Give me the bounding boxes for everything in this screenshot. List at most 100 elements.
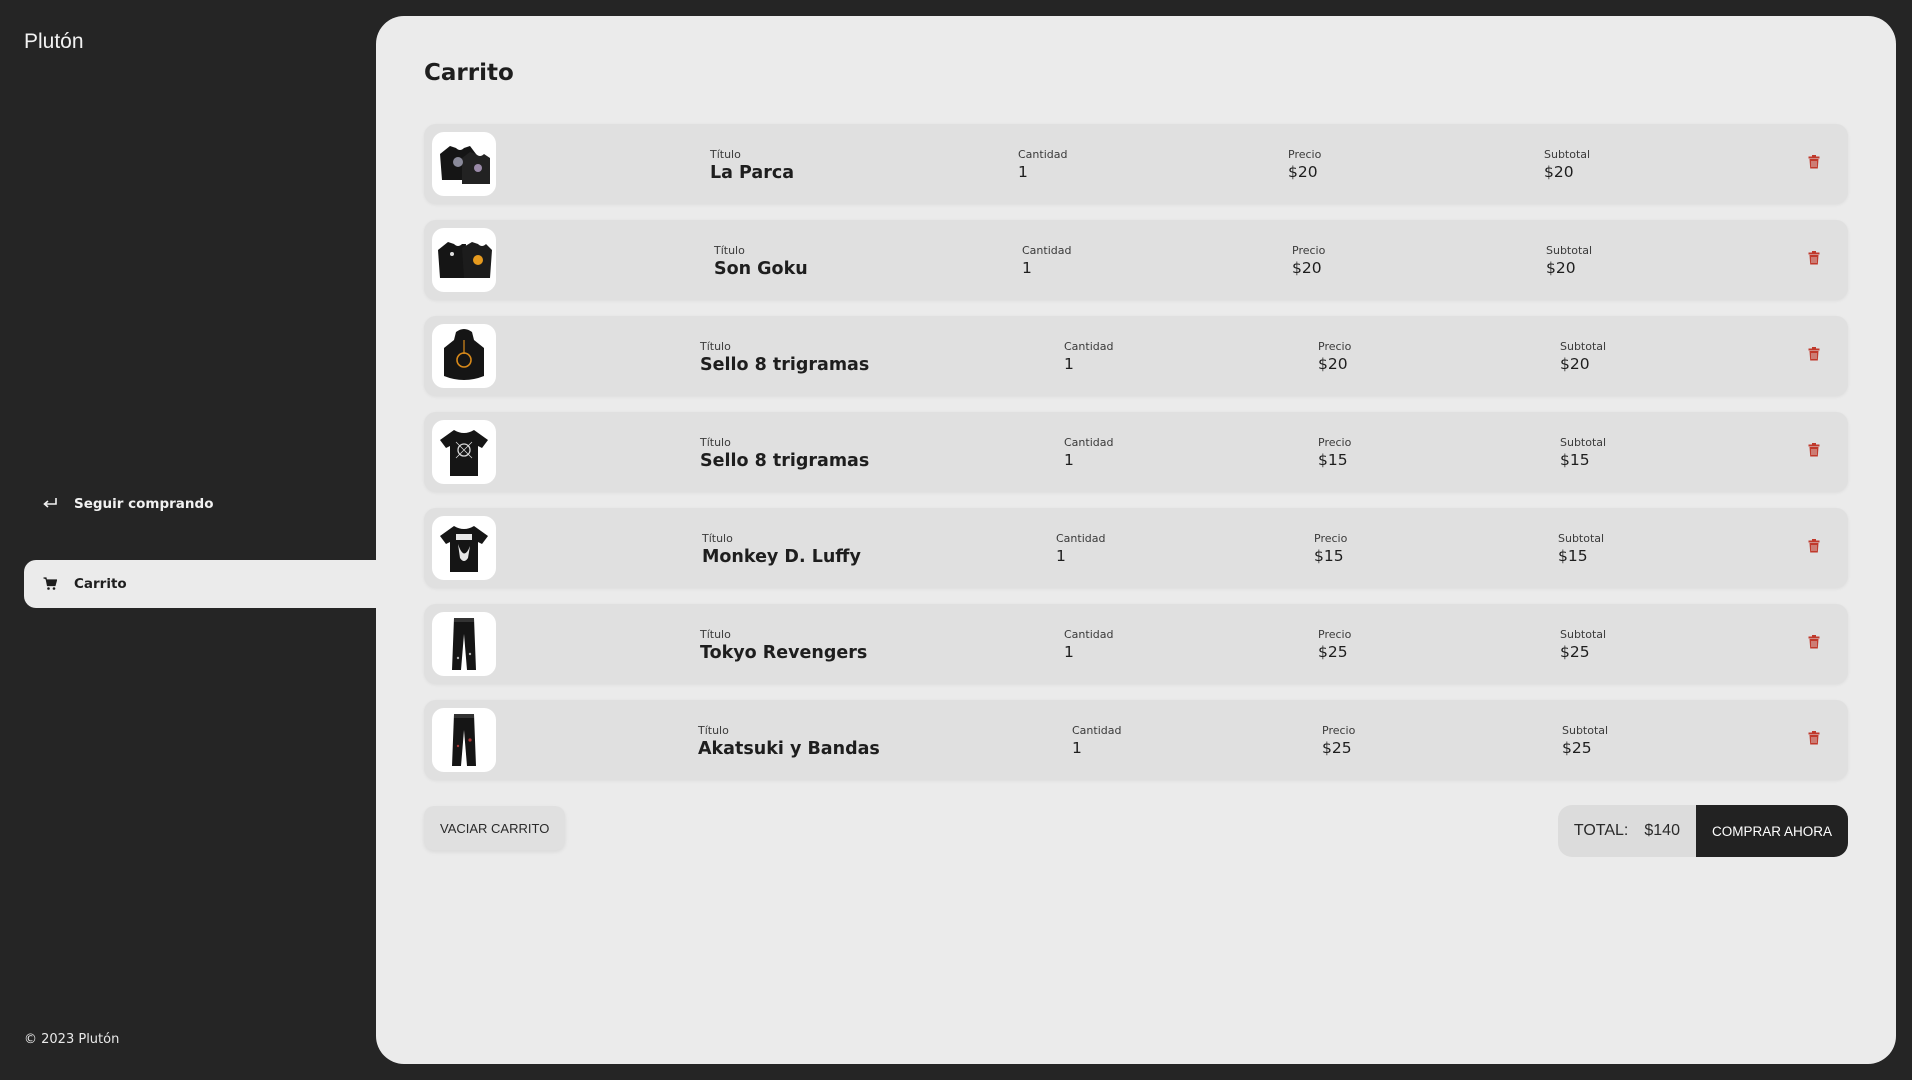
item-subtotal-field: Subtotal $15 (1558, 532, 1604, 565)
brand-logo[interactable]: Plutón (24, 30, 84, 54)
hoodie-set-icon (440, 146, 490, 184)
subtotal-label: Subtotal (1546, 244, 1593, 257)
page-title: Carrito (424, 60, 514, 86)
item-quantity-field: Cantidad 1 (1018, 148, 1067, 181)
item-title: Son Goku (714, 259, 808, 279)
item-quantity-field: Cantidad 1 (1022, 244, 1071, 277)
item-quantity-field: Cantidad 1 (1064, 628, 1113, 661)
item-subtotal: $20 (1560, 355, 1590, 373)
title-label: Título (700, 628, 731, 641)
sidebar-item-cart[interactable]: Carrito (24, 560, 376, 608)
subtotal-label: Subtotal (1560, 340, 1607, 353)
item-quantity: 1 (1022, 259, 1032, 277)
item-quantity-field: Cantidad 1 (1072, 724, 1121, 757)
trash-icon[interactable] (1808, 250, 1826, 270)
item-subtotal: $25 (1562, 739, 1592, 757)
item-subtotal: $20 (1544, 163, 1574, 181)
cart-item-row: Título Son Goku Cantidad 1 Precio $20 Su… (424, 220, 1848, 300)
product-image[interactable] (432, 324, 496, 388)
subtotal-label: Subtotal (1544, 148, 1591, 161)
item-price-field: Precio $15 (1318, 436, 1351, 469)
title-label: Título (700, 340, 731, 353)
item-subtotal: $25 (1560, 643, 1590, 661)
item-subtotal-field: Subtotal $20 (1544, 148, 1590, 181)
trash-icon[interactable] (1808, 154, 1826, 174)
quantity-label: Cantidad (1064, 436, 1114, 449)
price-label: Precio (1318, 628, 1352, 641)
product-image[interactable] (432, 132, 496, 196)
total-label: TOTAL: (1573, 822, 1629, 839)
cart-list: Título La Parca Cantidad 1 Precio $20 Su… (424, 124, 1848, 796)
empty-cart-button[interactable]: VACIAR CARRITO (424, 806, 566, 850)
pants-icon (452, 618, 476, 670)
cart-icon (40, 574, 60, 594)
item-title: Sello 8 trigramas (700, 355, 870, 375)
product-image[interactable] (432, 420, 496, 484)
item-title-field: Título Akatsuki y Bandas (698, 724, 880, 759)
product-image[interactable] (432, 708, 496, 772)
item-price-field: Precio $25 (1322, 724, 1355, 757)
main-panel: Carrito Título La Parca Cantidad 1 Preci… (376, 16, 1896, 1064)
buy-now-button[interactable]: COMPRAR AHORA (1695, 805, 1848, 857)
item-price: $20 (1288, 163, 1318, 181)
product-image[interactable] (432, 516, 496, 580)
item-title: Sello 8 trigramas (700, 451, 870, 471)
title-label: Título (710, 148, 741, 161)
item-title-field: Título Sello 8 trigramas (700, 436, 869, 471)
cart-item-row: Título Sello 8 trigramas Cantidad 1 Prec… (424, 316, 1848, 396)
item-subtotal-field: Subtotal $25 (1560, 628, 1606, 661)
item-title: La Parca (710, 163, 795, 183)
item-title-field: Título Monkey D. Luffy (702, 532, 861, 567)
hoodie-icon (444, 329, 484, 380)
sidebar-item-continue-shopping[interactable]: Seguir comprando (24, 480, 376, 528)
item-subtotal-field: Subtotal $20 (1546, 244, 1592, 277)
quantity-label: Cantidad (1064, 628, 1114, 641)
trash-icon[interactable] (1808, 538, 1826, 558)
title-label: Título (700, 436, 731, 449)
title-label: Título (698, 724, 729, 737)
item-price: $15 (1318, 451, 1348, 469)
item-subtotal: $15 (1558, 547, 1588, 565)
item-price: $25 (1322, 739, 1352, 757)
item-subtotal-field: Subtotal $25 (1562, 724, 1608, 757)
item-quantity: 1 (1018, 163, 1028, 181)
quantity-label: Cantidad (1056, 532, 1106, 545)
item-quantity-field: Cantidad 1 (1064, 340, 1113, 373)
trash-icon[interactable] (1808, 442, 1826, 462)
product-image[interactable] (432, 228, 496, 292)
quantity-label: Cantidad (1022, 244, 1072, 257)
trash-icon[interactable] (1808, 346, 1826, 366)
price-label: Precio (1318, 340, 1352, 353)
item-title-field: Título Sello 8 trigramas (700, 340, 869, 375)
item-quantity: 1 (1064, 451, 1074, 469)
item-subtotal-field: Subtotal $15 (1560, 436, 1606, 469)
subtotal-label: Subtotal (1560, 628, 1607, 641)
tshirt-icon (440, 526, 488, 572)
price-label: Precio (1292, 244, 1326, 257)
item-price-field: Precio $20 (1318, 340, 1351, 373)
item-price-field: Precio $15 (1314, 532, 1347, 565)
item-price: $15 (1314, 547, 1344, 565)
price-label: Precio (1318, 436, 1352, 449)
cart-item-row: Título Monkey D. Luffy Cantidad 1 Precio… (424, 508, 1848, 588)
sidebar-item-label: Carrito (74, 576, 127, 592)
item-title-field: Título La Parca (710, 148, 794, 183)
item-subtotal-field: Subtotal $20 (1560, 340, 1606, 373)
item-price: $20 (1318, 355, 1348, 373)
item-subtotal: $20 (1546, 259, 1576, 277)
title-label: Título (702, 532, 733, 545)
item-quantity: 1 (1072, 739, 1082, 757)
quantity-label: Cantidad (1064, 340, 1114, 353)
item-quantity: 1 (1056, 547, 1066, 565)
quantity-label: Cantidad (1072, 724, 1122, 737)
trash-icon[interactable] (1808, 634, 1826, 654)
item-subtotal: $15 (1560, 451, 1590, 469)
item-title-field: Título Tokyo Revengers (700, 628, 867, 663)
return-arrow-icon (40, 494, 60, 514)
item-quantity: 1 (1064, 355, 1074, 373)
item-title: Monkey D. Luffy (702, 547, 861, 567)
item-price: $25 (1318, 643, 1348, 661)
item-title: Akatsuki y Bandas (698, 739, 880, 759)
trash-icon[interactable] (1808, 730, 1826, 750)
product-image[interactable] (432, 612, 496, 676)
